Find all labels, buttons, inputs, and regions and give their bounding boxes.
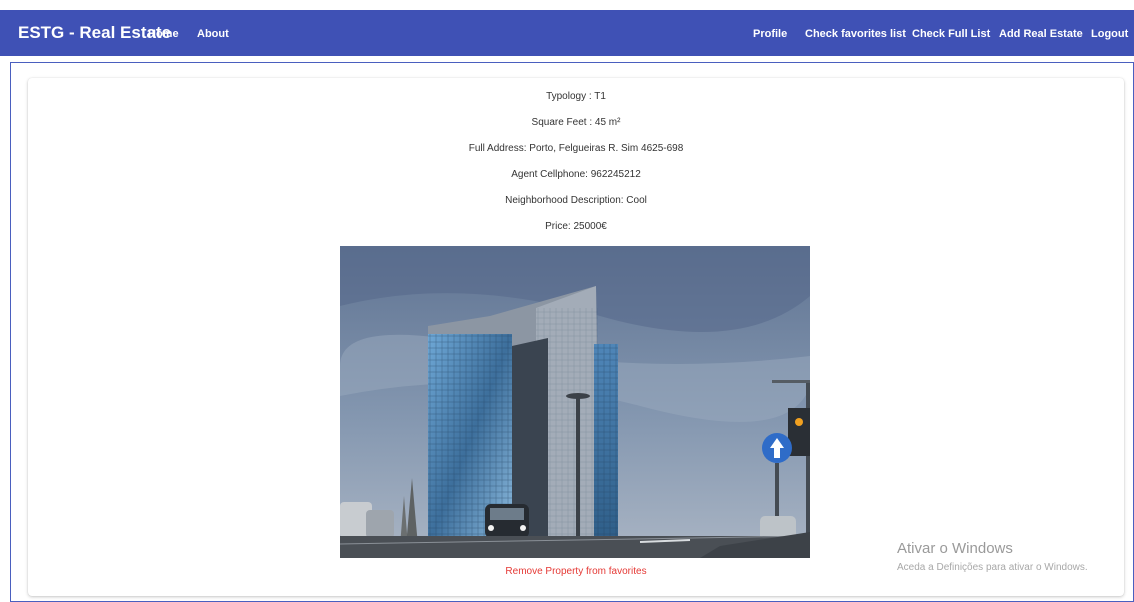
nav-add-real-estate-link[interactable]: Add Real Estate — [999, 28, 1083, 40]
typology-text: Typology : T1 — [546, 91, 606, 102]
windows-activation-title: Ativar o Windows — [897, 540, 1013, 557]
nav-home-link[interactable]: Home — [148, 28, 179, 40]
nav-full-list-link[interactable]: Check Full List — [912, 28, 990, 40]
address-text: Full Address: Porto, Felgueiras R. Sim 4… — [468, 143, 684, 154]
price-text: Price: 25000€ — [545, 221, 607, 232]
square-feet-text: Square Feet : 45 m² — [531, 117, 621, 128]
top-strip — [0, 0, 1134, 10]
navbar: ESTG - Real Estate Home About Profile Ch… — [0, 10, 1134, 56]
property-card: Typology : T1 Square Feet : 45 m² Full A… — [28, 78, 1124, 596]
neighborhood-text: Neighborhood Description: Cool — [505, 195, 647, 206]
agent-phone-text: Agent Cellphone: 962245212 — [511, 169, 641, 180]
nav-profile-link[interactable]: Profile — [753, 28, 787, 40]
property-photo — [340, 246, 810, 558]
nav-logout-link[interactable]: Logout — [1091, 28, 1128, 40]
windows-activation-subtitle: Aceda a Definições para ativar o Windows… — [897, 562, 1088, 573]
nav-about-link[interactable]: About — [197, 28, 229, 40]
nav-favorites-link[interactable]: Check favorites list — [805, 28, 906, 40]
